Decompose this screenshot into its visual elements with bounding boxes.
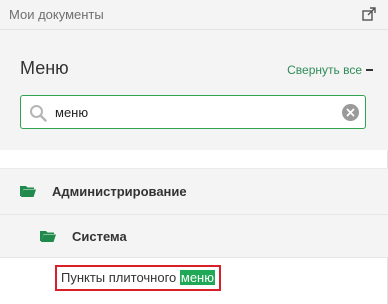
- menu-header: [0, 30, 388, 150]
- panel-topbar: Мои документы: [0, 0, 388, 30]
- folder-open-icon: [20, 186, 36, 197]
- tree-item-label: Система: [72, 229, 127, 244]
- folder-open-icon: [40, 231, 56, 242]
- tree-item-label: Администрирование: [52, 184, 187, 199]
- collapse-all-button[interactable]: Свернуть все: [287, 63, 373, 77]
- search-icon: [30, 105, 47, 122]
- menu-search-box[interactable]: [20, 95, 366, 129]
- tree-item-administration[interactable]: Администрирование: [0, 168, 388, 214]
- clear-search-icon[interactable]: [342, 104, 359, 121]
- documents-panel: Мои документы Меню Свернуть все Админист…: [0, 0, 388, 304]
- leaf-label-prefix: Пункты плиточного: [61, 270, 180, 285]
- panel-title: Мои документы: [9, 7, 104, 22]
- tree-item-system[interactable]: Система: [0, 214, 388, 258]
- search-input[interactable]: [55, 100, 335, 124]
- tree-item-tile-menu-items[interactable]: Пункты плиточного меню: [55, 265, 221, 291]
- collapse-all-label: Свернуть все: [287, 63, 362, 77]
- menu-title: Меню: [20, 58, 69, 78]
- search-match-highlight: меню: [179, 270, 215, 285]
- minus-icon: [366, 68, 373, 71]
- expand-window-icon[interactable]: [362, 7, 376, 21]
